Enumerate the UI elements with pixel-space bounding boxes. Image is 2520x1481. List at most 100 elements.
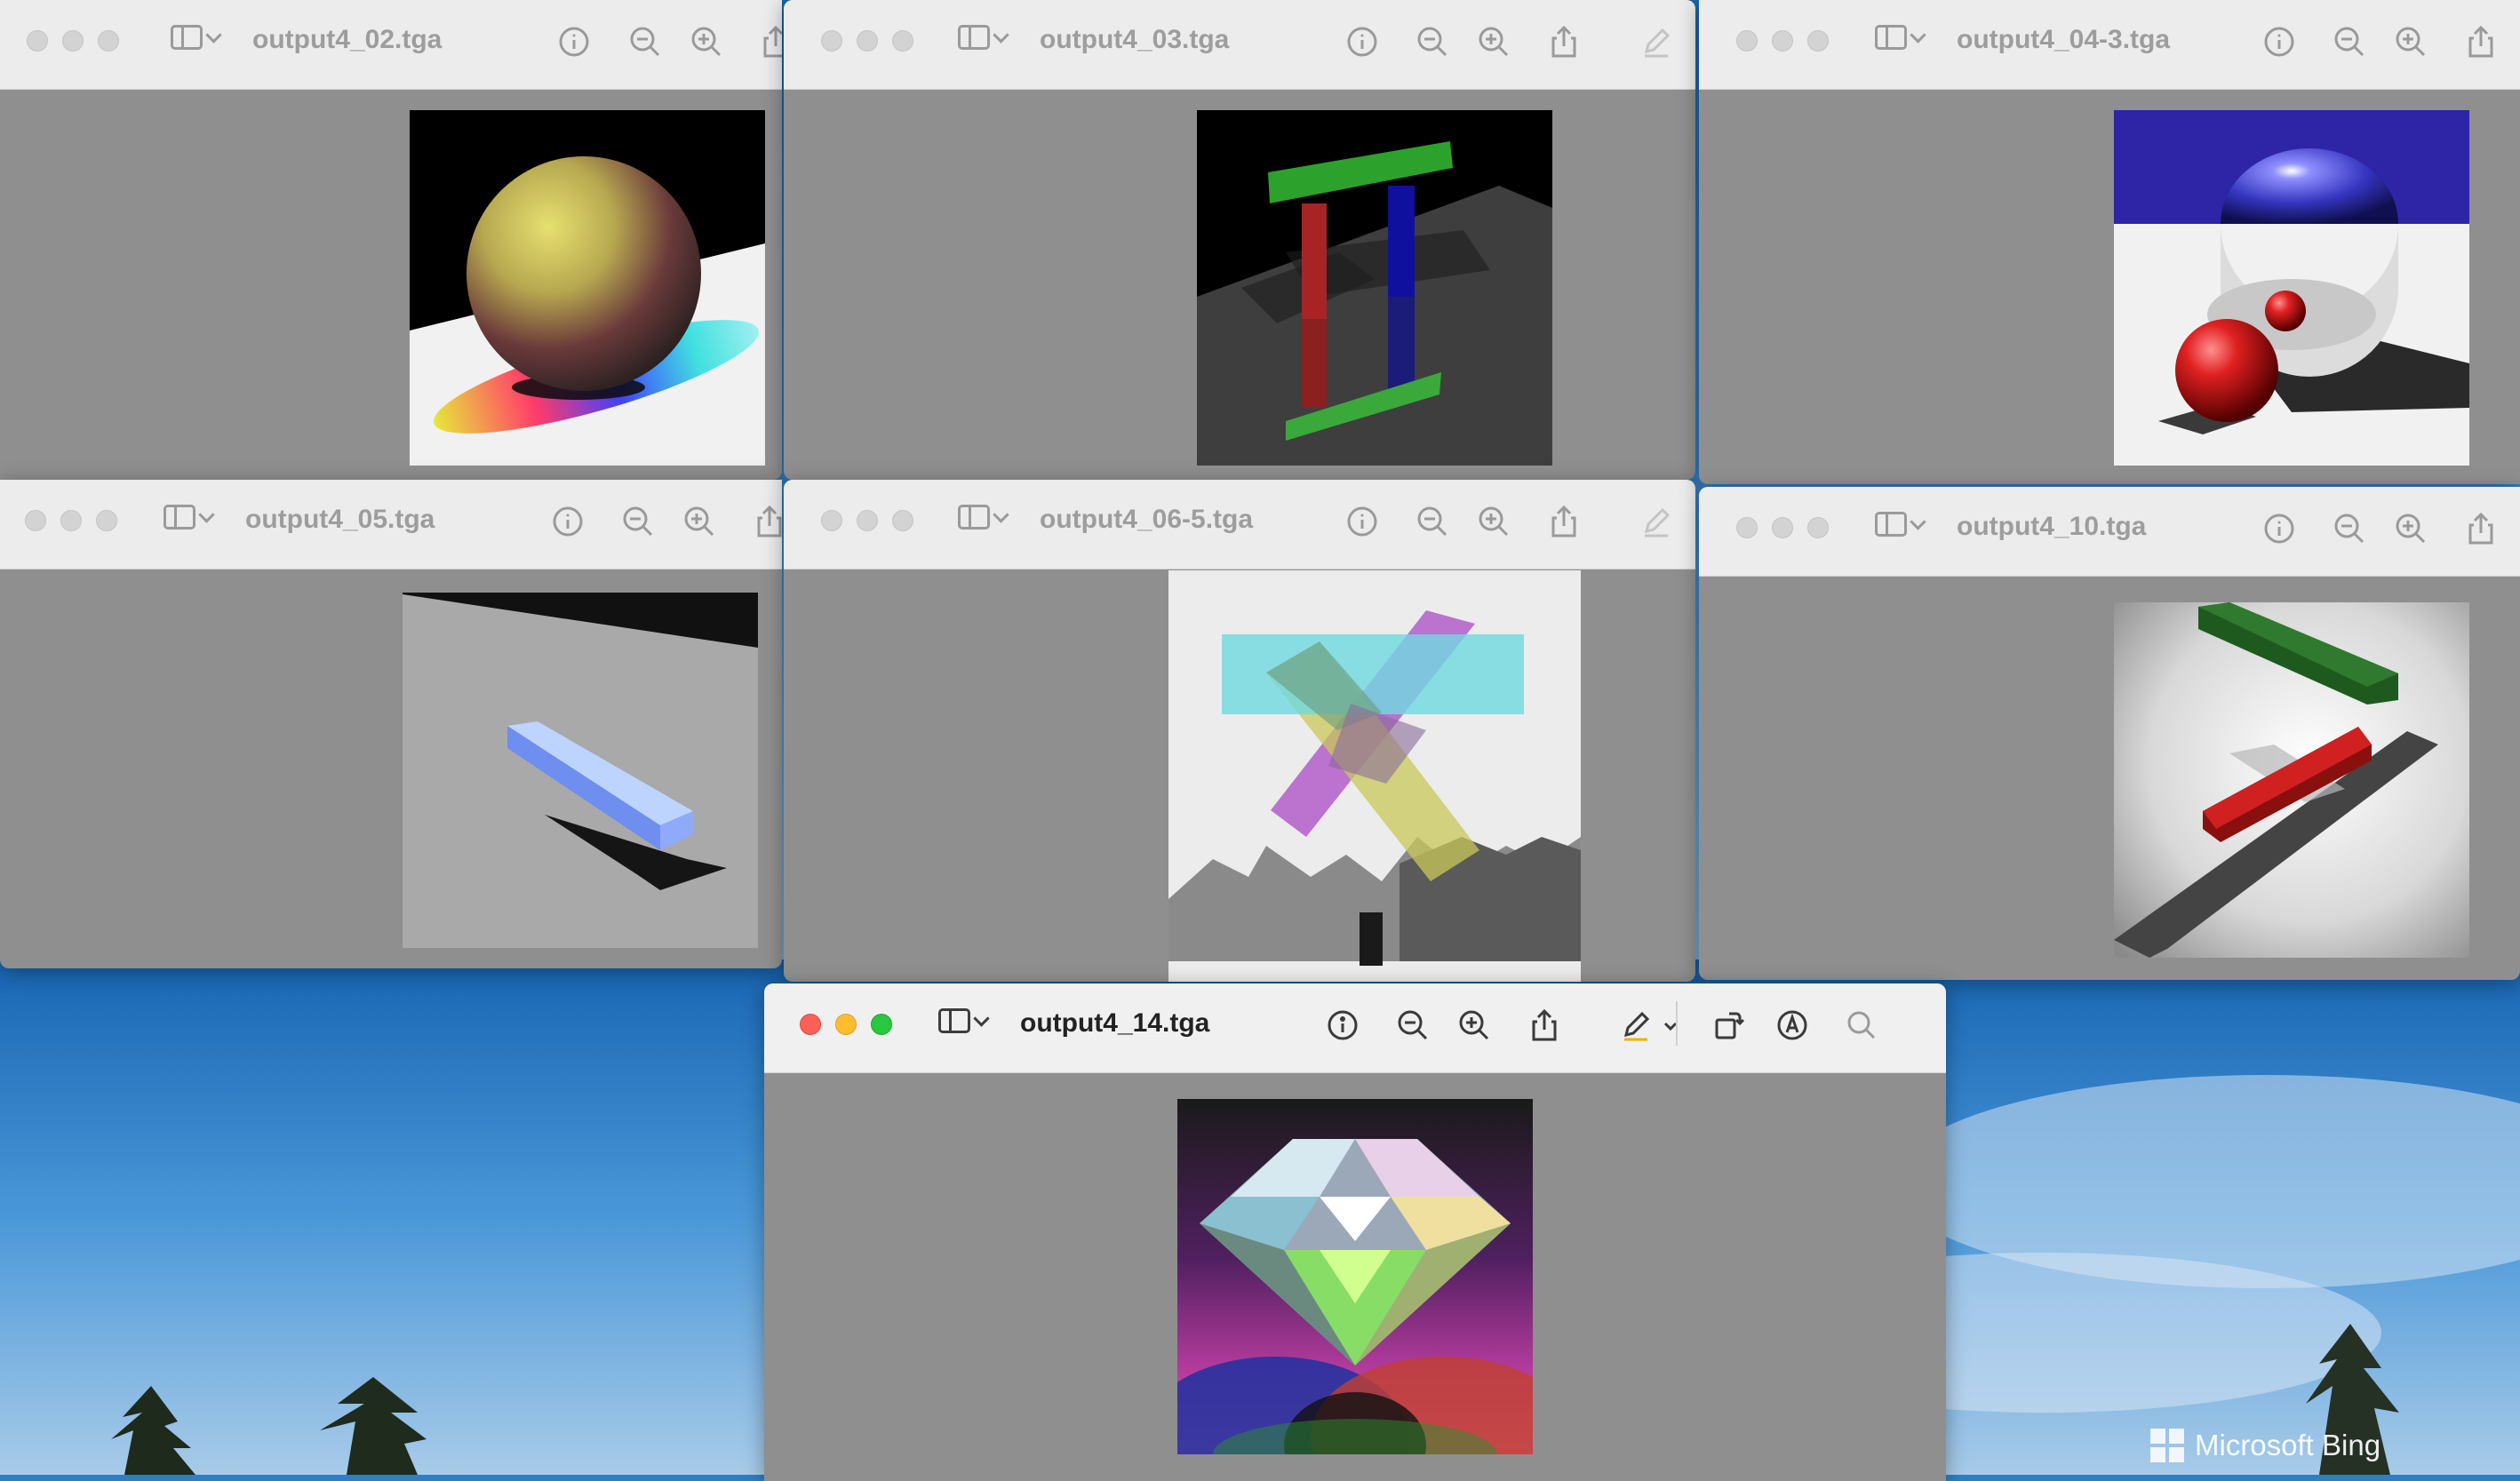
zoom-button[interactable] — [892, 510, 913, 531]
markup-circle-icon[interactable] — [1775, 1008, 1809, 1042]
window-titlebar[interactable]: output4_03.tga — [784, 0, 1695, 90]
info-icon[interactable] — [2262, 25, 2296, 59]
bing-watermark: Microsoft Bing — [2150, 1429, 2380, 1462]
window-titlebar[interactable]: output4_10.tga — [1699, 487, 2520, 577]
window-title: output4_02.tga — [252, 25, 443, 54]
window-titlebar[interactable]: output4_14.tga — [764, 983, 1946, 1073]
render-image-sphere — [410, 110, 765, 466]
render-image-diamond — [1177, 1099, 1533, 1454]
viewer-window-05[interactable]: output4_05.tga — [0, 480, 782, 968]
close-button[interactable] — [821, 30, 842, 52]
sidebar-toggle-icon[interactable] — [171, 25, 222, 50]
zoom-out-icon[interactable] — [628, 25, 662, 59]
viewer-window-03[interactable]: output4_03.tga — [784, 0, 1695, 480]
zoom-in-icon[interactable] — [1457, 1008, 1491, 1042]
sidebar-toggle-icon[interactable] — [1875, 512, 1926, 537]
zoom-out-icon[interactable] — [621, 505, 655, 538]
zoom-out-icon[interactable] — [2333, 25, 2366, 59]
share-icon[interactable] — [1547, 25, 1581, 59]
zoom-button[interactable] — [98, 30, 119, 52]
share-icon[interactable] — [753, 505, 782, 538]
sidebar-toggle-icon[interactable] — [1875, 25, 1926, 50]
viewer-window-06[interactable]: output4_06-5.tga — [784, 480, 1695, 982]
viewer-window-02[interactable]: output4_02.tga — [0, 0, 782, 480]
search-icon[interactable] — [1845, 1008, 1878, 1042]
window-title: output4_10.tga — [1957, 512, 2147, 541]
minimize-button[interactable] — [1772, 30, 1793, 52]
viewer-window-10[interactable]: output4_10.tga — [1699, 487, 2520, 980]
render-image-arch — [1197, 110, 1552, 466]
zoom-out-icon[interactable] — [2333, 512, 2366, 545]
close-button[interactable] — [1736, 30, 1758, 52]
share-icon[interactable] — [1527, 1008, 1561, 1042]
share-icon[interactable] — [2464, 25, 2498, 59]
window-titlebar[interactable]: output4_02.tga — [0, 0, 782, 90]
minimize-button[interactable] — [62, 30, 84, 52]
zoom-in-icon[interactable] — [1477, 25, 1511, 59]
bing-label: Microsoft Bing — [2195, 1429, 2381, 1461]
info-icon[interactable] — [1345, 25, 1379, 59]
traffic-lights — [1736, 517, 1829, 538]
close-button[interactable] — [800, 1014, 821, 1035]
viewer-window-04[interactable]: output4_04-3.tga — [1699, 0, 2520, 484]
window-title: output4_06-5.tga — [1040, 505, 1254, 534]
render-image-blocks — [2114, 602, 2469, 958]
window-titlebar[interactable]: output4_06-5.tga — [784, 480, 1695, 569]
rotate-icon[interactable] — [1711, 1008, 1745, 1042]
traffic-lights — [821, 30, 913, 52]
viewer-window-14[interactable]: output4_14.tga — [764, 983, 1946, 1481]
zoom-out-icon[interactable] — [1416, 505, 1449, 538]
window-titlebar[interactable]: output4_04-3.tga — [1699, 0, 2520, 90]
zoom-button[interactable] — [96, 510, 117, 531]
zoom-out-icon[interactable] — [1416, 25, 1449, 59]
close-button[interactable] — [25, 510, 46, 531]
info-icon[interactable] — [1326, 1008, 1360, 1042]
zoom-button[interactable] — [1807, 30, 1829, 52]
window-titlebar[interactable]: output4_05.tga — [0, 480, 782, 569]
close-button[interactable] — [27, 30, 48, 52]
window-title: output4_04-3.tga — [1957, 25, 2171, 54]
info-icon[interactable] — [1345, 505, 1379, 538]
markup-pencil-icon[interactable] — [1619, 1008, 1653, 1042]
render-image-spheres — [2114, 110, 2469, 466]
traffic-lights — [800, 1014, 892, 1035]
share-icon[interactable] — [759, 25, 782, 59]
minimize-button[interactable] — [1772, 517, 1793, 538]
minimize-button[interactable] — [60, 510, 82, 531]
sidebar-toggle-icon[interactable] — [958, 505, 1009, 529]
zoom-button[interactable] — [892, 30, 913, 52]
render-image-bar — [403, 593, 758, 948]
close-button[interactable] — [821, 510, 842, 531]
zoom-in-icon[interactable] — [2394, 512, 2428, 545]
sidebar-toggle-icon[interactable] — [938, 1008, 990, 1033]
info-icon[interactable] — [557, 25, 591, 59]
info-icon[interactable] — [551, 505, 585, 538]
window-title: output4_03.tga — [1040, 25, 1230, 54]
traffic-lights — [821, 510, 913, 531]
toolbar-divider — [1676, 1001, 1678, 1046]
zoom-in-icon[interactable] — [1477, 505, 1511, 538]
markup-chevron-icon[interactable] — [1660, 1008, 1681, 1042]
traffic-lights — [1736, 30, 1829, 52]
close-button[interactable] — [1736, 517, 1758, 538]
windows-logo-icon — [2150, 1429, 2184, 1462]
zoom-button[interactable] — [871, 1014, 892, 1035]
traffic-lights — [27, 30, 119, 52]
zoom-in-icon[interactable] — [690, 25, 723, 59]
share-icon[interactable] — [2464, 512, 2498, 545]
info-icon[interactable] — [2262, 512, 2296, 545]
zoom-in-icon[interactable] — [682, 505, 716, 538]
minimize-button[interactable] — [857, 510, 878, 531]
zoom-out-icon[interactable] — [1396, 1008, 1430, 1042]
share-icon[interactable] — [1547, 505, 1581, 538]
sidebar-toggle-icon[interactable] — [163, 505, 215, 529]
zoom-in-icon[interactable] — [2394, 25, 2428, 59]
sidebar-toggle-icon[interactable] — [958, 25, 1009, 50]
minimize-button[interactable] — [857, 30, 878, 52]
markup-pencil-icon[interactable] — [1639, 25, 1673, 59]
window-title: output4_14.tga — [1020, 1008, 1210, 1038]
traffic-lights — [25, 510, 117, 531]
minimize-button[interactable] — [835, 1014, 857, 1035]
zoom-button[interactable] — [1807, 517, 1829, 538]
markup-pencil-icon[interactable] — [1639, 505, 1673, 538]
